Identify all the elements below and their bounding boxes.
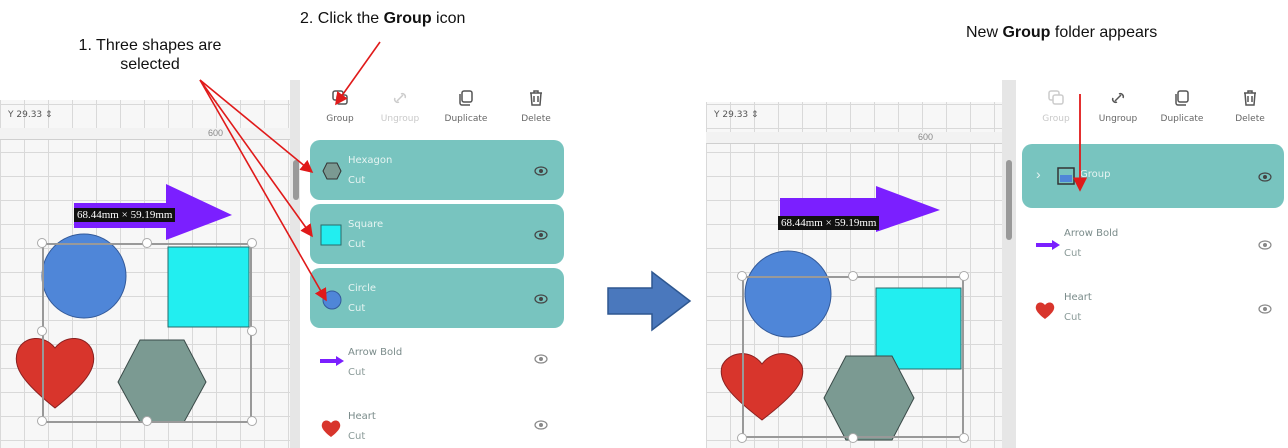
after-selection-box[interactable] xyxy=(742,276,964,438)
after-scroll-thumb[interactable] xyxy=(1006,160,1012,240)
selection-handle[interactable] xyxy=(959,433,969,443)
after-note: New Group folder appears xyxy=(966,24,1157,42)
eye-icon[interactable] xyxy=(1258,172,1272,182)
after-prefix: New xyxy=(966,24,1003,41)
after-divider xyxy=(1002,80,1016,448)
layer-row-arrow-bold[interactable]: Arrow Bold Cut xyxy=(1022,216,1284,276)
layer-operation: Cut xyxy=(1064,248,1082,259)
selection-handle[interactable] xyxy=(959,271,969,281)
transition-arrow xyxy=(607,270,692,332)
annotation-arrow-after xyxy=(1072,94,1088,192)
layer-name: Heart xyxy=(1064,292,1092,303)
heart-icon xyxy=(1035,302,1055,319)
after-top-bar xyxy=(706,80,1006,102)
chevron-right-icon[interactable]: › xyxy=(1036,166,1041,182)
eye-icon[interactable] xyxy=(1258,240,1272,250)
duplicate-label: Duplicate xyxy=(1160,114,1204,124)
duplicate-icon xyxy=(1175,90,1189,106)
selection-handle[interactable] xyxy=(737,433,747,443)
layer-row-heart[interactable]: Heart Cut xyxy=(1022,280,1284,340)
annotation-arrows-before xyxy=(199,41,381,302)
delete-button[interactable]: Delete xyxy=(1224,88,1276,124)
ungroup-icon xyxy=(1111,92,1125,104)
annotation-arrow xyxy=(335,41,381,106)
layer-name: Arrow Bold xyxy=(1064,228,1119,239)
after-y-coordinate[interactable]: Y 29.33 ⇕ xyxy=(714,110,759,120)
after-bold: Group xyxy=(1002,24,1051,41)
delete-label: Delete xyxy=(1235,114,1265,124)
after-suffix: folder appears xyxy=(1050,24,1158,41)
after-layers-panel: Group Ungroup Duplicate Delete › Group A… xyxy=(1016,80,1288,448)
after-ruler xyxy=(706,132,1006,144)
layer-operation: Cut xyxy=(1064,312,1082,323)
after-dimension-label: 68.44mm × 59.19mm xyxy=(778,216,880,230)
eye-icon[interactable] xyxy=(1258,304,1272,314)
selection-handle[interactable] xyxy=(848,271,858,281)
annotation-arrow xyxy=(199,79,327,302)
after-y-value[interactable]: 29.33 xyxy=(722,110,748,120)
stepper-icon[interactable]: ⇕ xyxy=(751,110,759,120)
delete-icon xyxy=(1244,90,1256,106)
duplicate-button[interactable]: Duplicate xyxy=(1156,88,1208,124)
arrow-icon xyxy=(1036,240,1060,250)
selection-handle[interactable] xyxy=(848,433,858,443)
after-y-label: Y xyxy=(714,110,720,120)
ungroup-label: Ungroup xyxy=(1098,114,1138,124)
selection-handle[interactable] xyxy=(737,271,747,281)
after-ruler-mark: 600 xyxy=(918,132,934,142)
